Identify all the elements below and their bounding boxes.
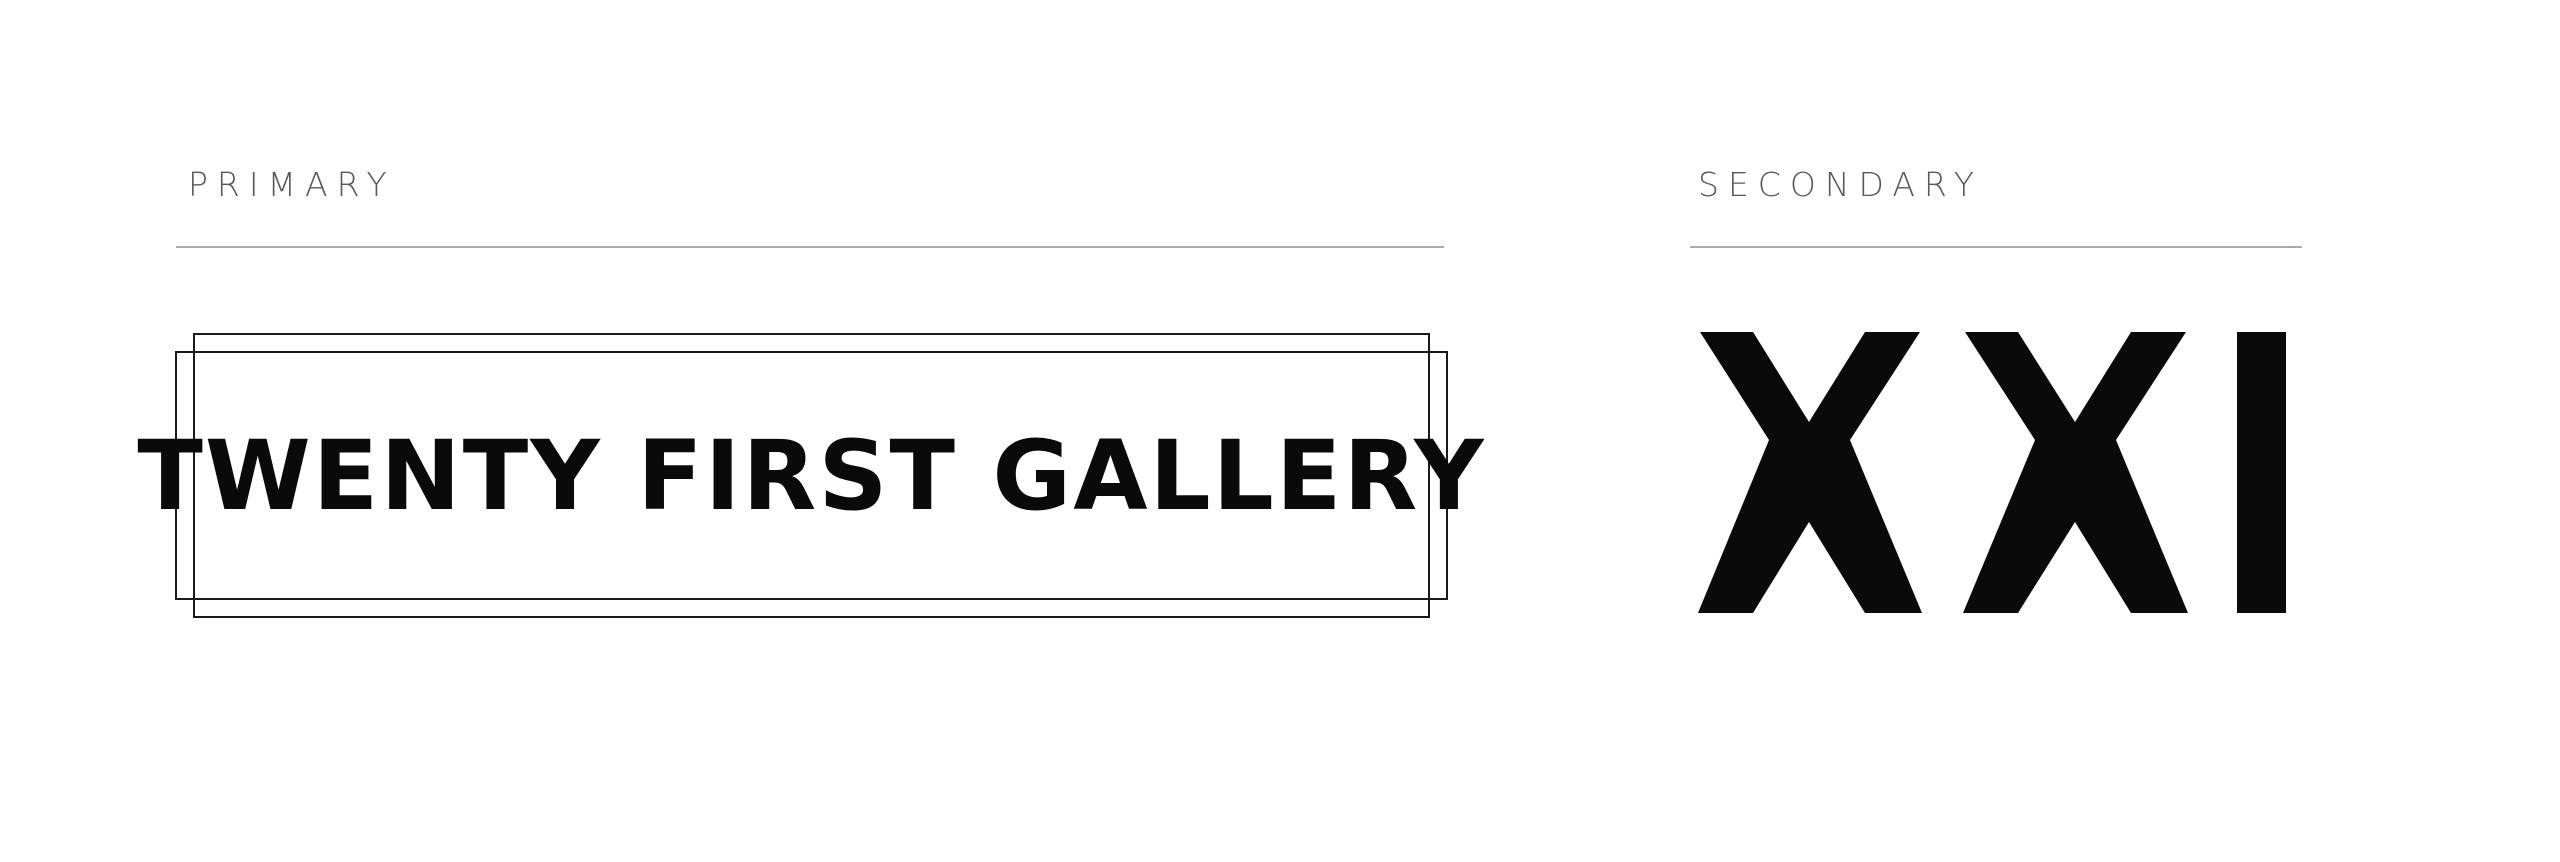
secondary-label: SECONDARY [1698, 165, 1983, 204]
primary-wordmark: TWENTY FIRST GALLERY [137, 419, 1486, 532]
primary-divider [176, 246, 1444, 248]
monogram-logo [1698, 332, 2286, 613]
secondary-divider [1690, 246, 2302, 248]
primary-label: PRIMARY [188, 165, 396, 204]
secondary-monogram [1698, 332, 2286, 613]
